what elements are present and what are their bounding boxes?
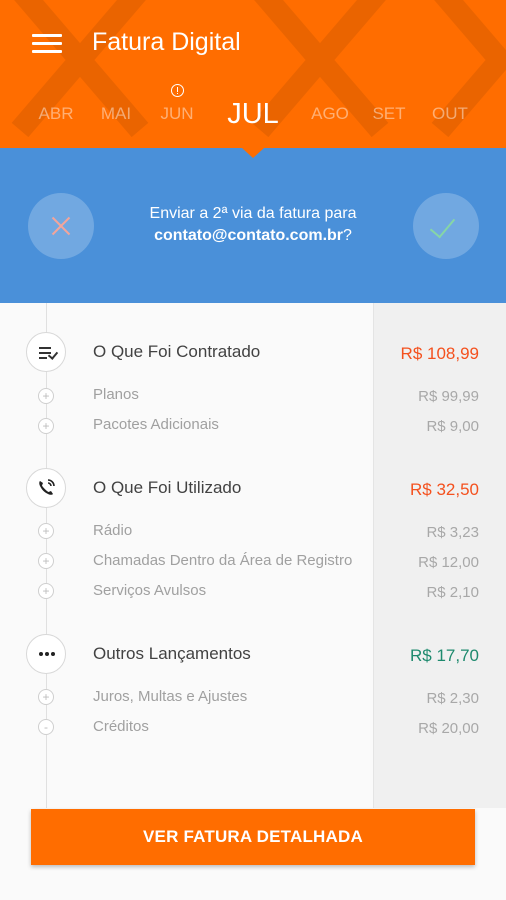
resend-message: Enviar a 2ª via da fatura para contato@c… xyxy=(100,203,406,247)
month-selector: ABR MAI JUN JUL AGO SET OUT xyxy=(0,88,506,148)
list-item-price: R$ 2,30 xyxy=(426,690,479,707)
list-item-price: R$ 3,23 xyxy=(426,524,479,541)
minus-icon[interactable]: - xyxy=(38,719,54,735)
section-price-contratado: R$ 108,99 xyxy=(400,344,479,363)
plus-icon[interactable]: + xyxy=(38,689,54,705)
list-item-price: R$ 99,99 xyxy=(418,388,479,405)
alert-icon xyxy=(171,84,184,97)
list-item-label[interactable]: Serviços Avulsos xyxy=(93,582,206,599)
email-address: contato@contato.com.br xyxy=(154,227,344,244)
list-item-label[interactable]: Pacotes Adicionais xyxy=(93,416,219,433)
list-item-label[interactable]: Rádio xyxy=(93,522,132,539)
question-mark: ? xyxy=(343,227,352,244)
section-title-utilizado[interactable]: O Que Foi Utilizado xyxy=(93,478,241,498)
checklist-icon xyxy=(26,332,66,372)
month-tab-mai[interactable]: MAI xyxy=(101,104,131,124)
plus-icon[interactable]: + xyxy=(38,388,54,404)
list-item-label[interactable]: Juros, Multas e Ajustes xyxy=(93,688,247,705)
section-price-utilizado: R$ 32,50 xyxy=(410,480,479,499)
resend-message-line: Enviar a 2ª via da fatura para xyxy=(149,205,357,222)
selected-month-caret xyxy=(242,148,264,158)
month-tab-jun[interactable]: JUN xyxy=(160,104,193,124)
section-title-contratado[interactable]: O Que Foi Contratado xyxy=(93,342,260,362)
list-item-label[interactable]: Chamadas Dentro da Área de Registro xyxy=(93,552,352,569)
phone-icon xyxy=(26,468,66,508)
plus-icon[interactable]: + xyxy=(38,583,54,599)
list-item-label[interactable]: Planos xyxy=(93,386,139,403)
more-icon xyxy=(26,634,66,674)
section-title-outros[interactable]: Outros Lançamentos xyxy=(93,644,251,664)
confirm-button[interactable] xyxy=(413,193,479,259)
plus-icon[interactable]: + xyxy=(38,523,54,539)
list-item-price: R$ 9,00 xyxy=(426,418,479,435)
menu-button[interactable] xyxy=(22,26,70,62)
list-item-price: R$ 2,10 xyxy=(426,584,479,601)
month-tab-out[interactable]: OUT xyxy=(432,104,468,124)
cancel-button[interactable] xyxy=(28,193,94,259)
list-item-label[interactable]: Créditos xyxy=(93,718,149,735)
plus-icon[interactable]: + xyxy=(38,418,54,434)
month-tab-ago[interactable]: AGO xyxy=(311,104,349,124)
month-tab-set[interactable]: SET xyxy=(372,104,405,124)
list-item-price: R$ 12,00 xyxy=(418,554,479,571)
month-tab-jul[interactable]: JUL xyxy=(227,98,279,131)
plus-icon[interactable]: + xyxy=(38,553,54,569)
list-item-price: R$ 20,00 xyxy=(418,720,479,737)
view-detailed-invoice-button[interactable]: VER FATURA DETALHADA xyxy=(31,809,475,865)
check-icon xyxy=(429,211,456,239)
month-tab-abr[interactable]: ABR xyxy=(39,104,74,124)
section-price-outros: R$ 17,70 xyxy=(410,646,479,665)
page-title: Fatura Digital xyxy=(92,28,241,56)
